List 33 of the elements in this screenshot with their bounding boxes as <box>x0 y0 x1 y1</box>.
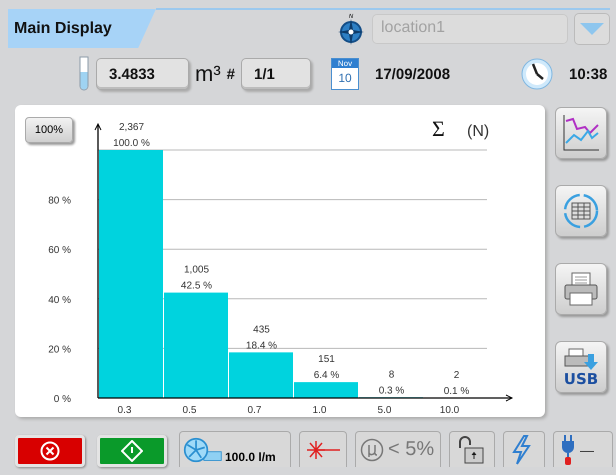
x-tick-label: 0.7 <box>248 405 262 416</box>
sum-symbol: Σ <box>432 116 445 141</box>
count-label: 8 <box>388 369 394 380</box>
count-label: 1,005 <box>184 264 210 276</box>
x-tick-label: 1.0 <box>312 405 326 416</box>
x-tick-label: 5.0 <box>378 405 392 416</box>
y-tick-label: 0 % <box>54 394 71 405</box>
percent-label: 42.5 % <box>180 280 212 292</box>
unit-label: (N) <box>467 123 490 140</box>
count-label: 435 <box>253 324 270 336</box>
x-tick-label: 0.3 <box>118 405 132 416</box>
time-text: 10:38 <box>569 66 608 82</box>
x-tick-label: 10.0 <box>440 405 460 416</box>
x-tick-label: 0.5 <box>182 405 196 416</box>
percent-label: 6.4 % <box>314 370 340 382</box>
y-tick-label: 40 % <box>48 294 71 306</box>
y-tick-label: 80 % <box>48 196 71 207</box>
percent-label: 18.4 % <box>246 340 278 352</box>
count-label: 2 <box>454 370 460 381</box>
calendar-icon: Nov 10 <box>331 58 359 90</box>
volume-unit: m³ <box>195 61 221 87</box>
y-tick-label: 60 % <box>48 245 71 256</box>
percent-label: 100.0 % <box>113 138 150 149</box>
plug-status-text: — <box>580 442 594 458</box>
y-tick-label: 20 % <box>48 344 71 356</box>
sample-label: # <box>226 66 235 82</box>
date-text: 17/09/2008 <box>375 66 452 82</box>
percent-label: 0.1 % <box>444 386 470 397</box>
coincidence-text: < 5% <box>388 438 434 461</box>
flow-rate-text: 100.0 l/m <box>225 450 276 464</box>
percent-label: 0.3 % <box>378 385 404 396</box>
count-label: 151 <box>318 354 335 366</box>
count-label: 2,367 <box>118 122 144 133</box>
